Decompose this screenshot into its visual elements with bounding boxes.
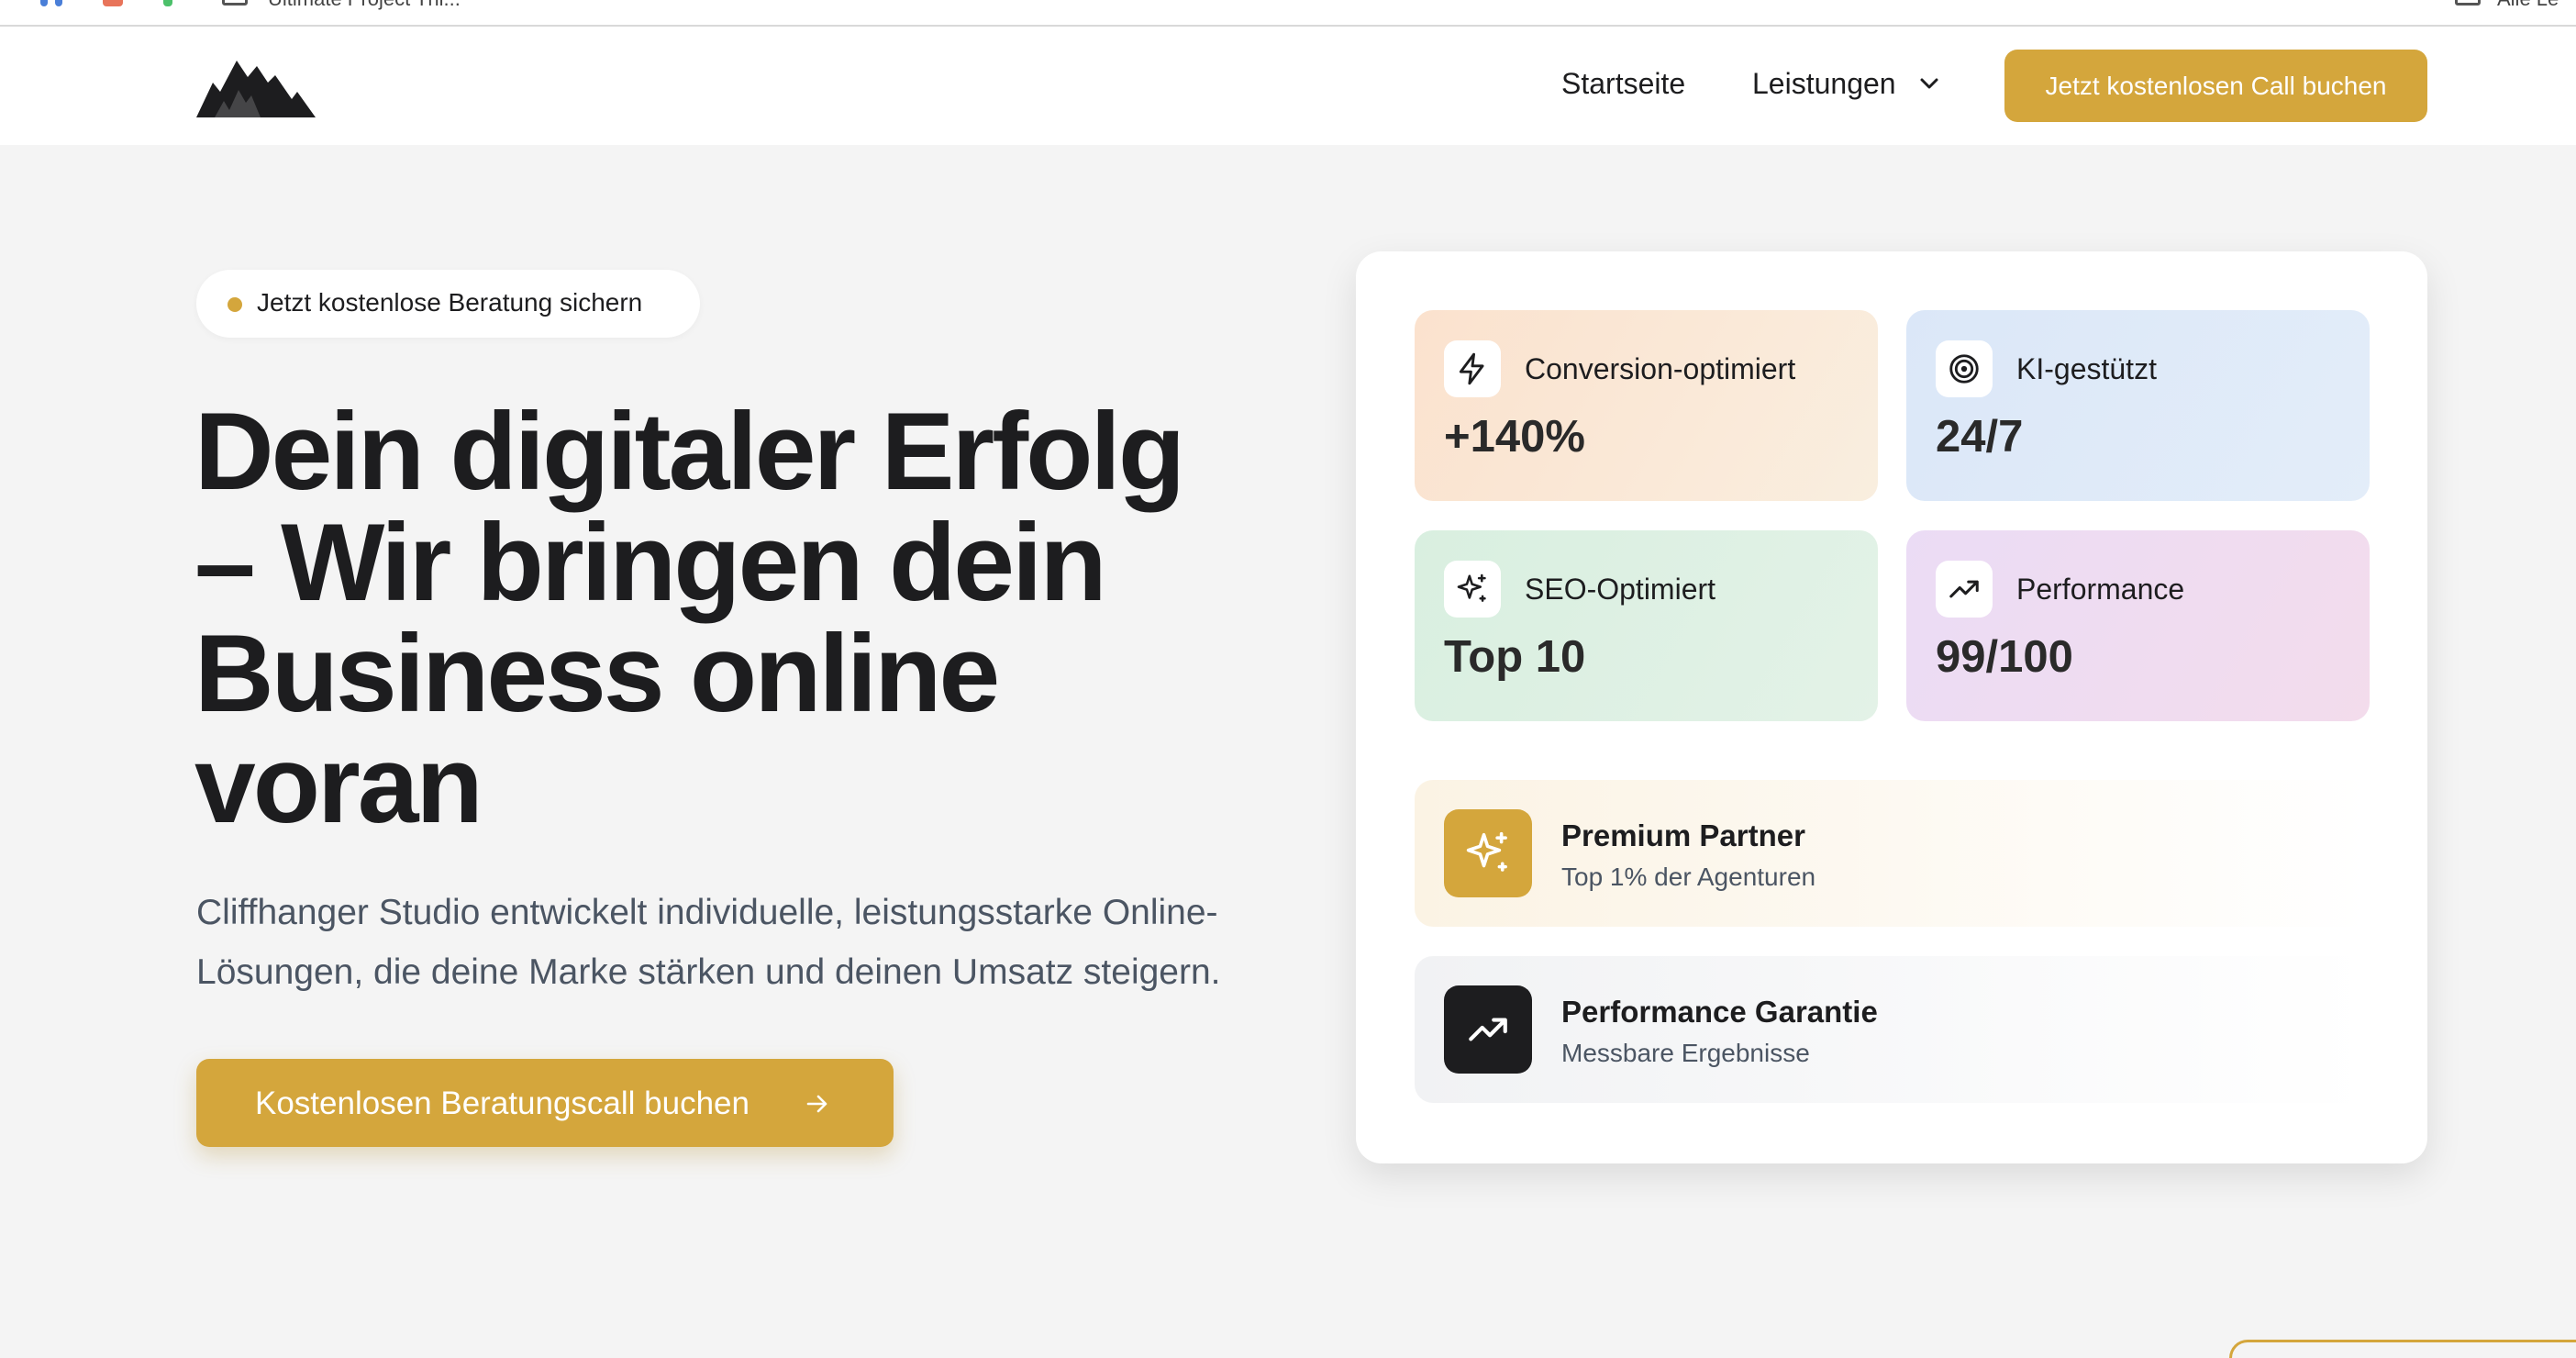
lightning-icon <box>1444 340 1501 397</box>
stats-panel: Conversion-optimiert +140% KI-gestützt 2… <box>1356 251 2427 1163</box>
bookmark-label[interactable]: Ultimate Project Thi... <box>268 0 461 11</box>
cta-label: Kostenlosen Beratungscall buchen <box>255 1085 749 1121</box>
stat-value: 99/100 <box>1936 632 2073 682</box>
bookmark-favicon[interactable] <box>40 0 48 6</box>
book-call-button[interactable]: Jetzt kostenlosen Call buchen <box>2004 50 2427 122</box>
feature-title: Premium Partner <box>1561 818 1805 852</box>
headline-line: Dein digitaler Erfolg <box>194 390 1185 513</box>
bookmark-favicon[interactable] <box>103 0 123 6</box>
feature-subtitle: Messbare Ergebnisse <box>1561 1039 1810 1067</box>
stat-label: KI-gestützt <box>2016 352 2157 385</box>
consultation-badge: Jetzt kostenlose Beratung sichern <box>196 270 700 338</box>
bookmark-favicon[interactable] <box>163 0 172 6</box>
badge-text: Jetzt kostenlose Beratung sichern <box>257 288 643 317</box>
stat-value: Top 10 <box>1444 632 1586 682</box>
stat-card-seo: SEO-Optimiert Top 10 <box>1415 530 1878 721</box>
folder-icon <box>2455 0 2481 6</box>
nav-startseite[interactable]: Startseite <box>1561 67 1685 101</box>
performance-guarantee-card: Performance Garantie Messbare Ergebnisse <box>1415 956 2369 1103</box>
headline-line: – Wir bringen dein <box>194 501 1107 624</box>
bookmarks-bar: Ultimate Project Thi... Alle Le <box>0 0 2576 27</box>
consultation-call-button[interactable]: Kostenlosen Beratungscall buchen <box>196 1059 894 1147</box>
hero-headline: Dein digitaler Erfolg – Wir bringen dein… <box>194 396 1314 840</box>
stat-card-performance: Performance 99/100 <box>1906 530 2370 721</box>
stat-label: Conversion-optimiert <box>1525 352 1796 385</box>
mountain-logo-icon[interactable] <box>196 55 316 117</box>
stat-card-ki: KI-gestützt 24/7 <box>1906 310 2370 501</box>
chevron-down-icon[interactable] <box>1917 74 1941 93</box>
premium-partner-card: Premium Partner Top 1% der Agenturen <box>1415 780 2369 927</box>
arrow-right-icon <box>806 1095 827 1113</box>
feature-subtitle: Top 1% der Agenturen <box>1561 863 1816 891</box>
target-icon <box>1936 340 1993 397</box>
feature-title: Performance Garantie <box>1561 995 1878 1029</box>
hero-subtext: Cliffhanger Studio entwickelt individuel… <box>196 883 1279 1002</box>
headline-line: Business online <box>194 612 1000 735</box>
sparkle-icon <box>1444 561 1501 618</box>
status-dot <box>228 297 242 312</box>
stat-value: 24/7 <box>1936 412 2024 462</box>
bookmark-favicon[interactable] <box>55 0 62 6</box>
trend-up-icon <box>1444 985 1532 1074</box>
section-edge <box>2229 1340 2576 1358</box>
subtext-line: Lösungen, die deine Marke stärken und de… <box>196 952 1221 992</box>
headline-line: voran <box>194 723 483 846</box>
stat-card-conversion: Conversion-optimiert +140% <box>1415 310 1878 501</box>
nav-leistungen[interactable]: Leistungen <box>1752 67 1896 101</box>
stat-label: SEO-Optimiert <box>1525 573 1716 606</box>
stat-label: Performance <box>2016 573 2185 606</box>
trend-up-icon <box>1936 561 1993 618</box>
stat-value: +140% <box>1444 412 1585 462</box>
subtext-line: Cliffhanger Studio entwickelt individuel… <box>196 893 1218 932</box>
site-header: Startseite Leistungen Jetzt kostenlosen … <box>0 27 2576 145</box>
bookmark-label[interactable]: Alle Le <box>2497 0 2559 11</box>
sparkle-icon <box>1444 809 1532 897</box>
folder-icon <box>222 0 248 6</box>
